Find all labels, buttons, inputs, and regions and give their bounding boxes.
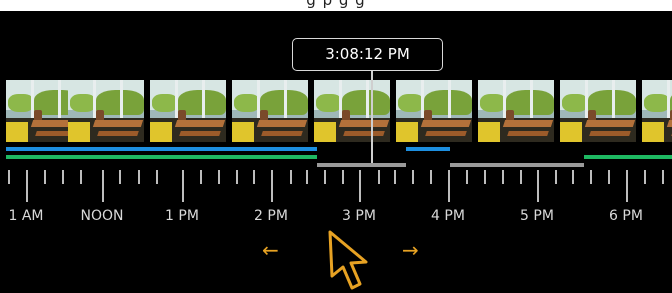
minor-tick bbox=[119, 170, 121, 184]
minor-tick bbox=[555, 170, 557, 184]
minor-tick bbox=[8, 170, 10, 184]
minor-tick bbox=[572, 170, 574, 184]
minor-tick bbox=[290, 170, 292, 184]
minor-tick bbox=[378, 170, 380, 184]
minor-tick bbox=[394, 170, 396, 184]
time-tooltip: 3:08:12 PM bbox=[292, 38, 443, 71]
minor-tick bbox=[342, 170, 344, 184]
minor-tick bbox=[62, 170, 64, 184]
hour-label: 4 PM bbox=[431, 208, 465, 224]
recording-gap-bar bbox=[450, 163, 584, 167]
thumbnail[interactable] bbox=[642, 80, 672, 142]
thumbnail[interactable] bbox=[232, 80, 308, 142]
minor-tick bbox=[608, 170, 610, 184]
hour-label: 5 PM bbox=[520, 208, 554, 224]
hour-label: 2 PM bbox=[254, 208, 288, 224]
major-tick bbox=[102, 170, 104, 202]
recording-bar-blue bbox=[406, 147, 450, 151]
thumbnail-strip[interactable] bbox=[0, 80, 672, 142]
minor-tick bbox=[200, 170, 202, 184]
minor-tick bbox=[412, 170, 414, 184]
thumbnail[interactable] bbox=[314, 80, 390, 142]
hour-label: 1 PM bbox=[165, 208, 199, 224]
minor-tick bbox=[430, 170, 432, 184]
top-cropped-text: g p g g bbox=[306, 0, 366, 9]
thumbnail[interactable] bbox=[560, 80, 636, 142]
minor-tick bbox=[502, 170, 504, 184]
recording-bar-blue bbox=[6, 147, 317, 151]
major-tick bbox=[448, 170, 450, 202]
minor-tick bbox=[236, 170, 238, 184]
minor-tick bbox=[590, 170, 592, 184]
minor-tick bbox=[138, 170, 140, 184]
thumbnail[interactable] bbox=[478, 80, 554, 142]
hour-label: 3 PM bbox=[342, 208, 376, 224]
minor-tick bbox=[484, 170, 486, 184]
major-tick bbox=[182, 170, 184, 202]
major-tick bbox=[26, 170, 28, 202]
major-tick bbox=[271, 170, 273, 202]
recording-bar-green bbox=[6, 155, 317, 159]
recording-bar-green bbox=[584, 155, 672, 159]
mouse-pointer-icon bbox=[328, 230, 368, 290]
minor-tick bbox=[662, 170, 664, 184]
minor-tick bbox=[324, 170, 326, 184]
minor-tick bbox=[466, 170, 468, 184]
hour-label: NOON bbox=[80, 208, 124, 224]
thumbnail[interactable] bbox=[396, 80, 472, 142]
top-cropped-bar: g p g g bbox=[0, 0, 672, 11]
recording-gap-bar bbox=[317, 163, 406, 167]
scroll-right-arrow-icon[interactable]: → bbox=[402, 240, 419, 260]
major-tick bbox=[626, 170, 628, 202]
minor-tick bbox=[520, 170, 522, 184]
thumbnail[interactable] bbox=[68, 80, 144, 142]
minor-tick bbox=[253, 170, 255, 184]
minor-tick bbox=[644, 170, 646, 184]
scroll-left-arrow-icon[interactable]: ← bbox=[262, 240, 279, 260]
minor-tick bbox=[44, 170, 46, 184]
major-tick bbox=[537, 170, 539, 202]
hour-label: 1 AM bbox=[8, 208, 44, 224]
minor-tick bbox=[306, 170, 308, 184]
minor-tick bbox=[218, 170, 220, 184]
hour-label: 6 PM bbox=[609, 208, 643, 224]
thumbnail[interactable] bbox=[150, 80, 226, 142]
minor-tick bbox=[156, 170, 158, 184]
major-tick bbox=[359, 170, 361, 202]
playhead-line[interactable] bbox=[371, 71, 373, 163]
minor-tick bbox=[80, 170, 82, 184]
